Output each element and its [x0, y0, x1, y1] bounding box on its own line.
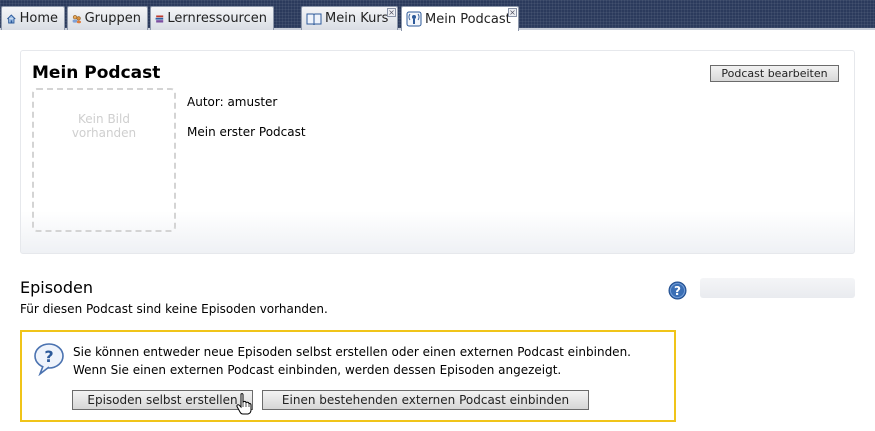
- tab-lernressourcen[interactable]: Lernressourcen: [150, 6, 274, 30]
- tab-label: Mein Podcast: [425, 11, 511, 27]
- tab-gruppen[interactable]: Gruppen: [67, 6, 148, 30]
- tab-mein-kurs[interactable]: Mein Kurs ×: [301, 6, 398, 30]
- hand-cursor-icon: [236, 393, 252, 415]
- episodes-title: Episoden: [20, 278, 93, 297]
- tab-label: Home: [19, 11, 58, 26]
- tab-bar: Home Gruppen Lernressourcen Mein Kurs ×: [0, 0, 875, 31]
- books-icon: [155, 14, 164, 23]
- podcast-header: Mein Podcast Podcast bearbeiten Kein Bil…: [20, 50, 855, 254]
- question-bubble-icon: ?: [34, 343, 64, 376]
- podcast-author: Autor: amuster: [187, 95, 278, 109]
- episodes-info-box: ? Sie können entweder neue Episoden selb…: [20, 330, 676, 422]
- close-tab-icon[interactable]: ×: [387, 8, 396, 17]
- tab-home[interactable]: Home: [1, 6, 65, 30]
- episodes-empty-text: Für diesen Podcast sind keine Episoden v…: [20, 302, 328, 316]
- tab-mein-podcast[interactable]: Mein Podcast ×: [401, 6, 519, 31]
- home-icon: [6, 13, 16, 23]
- svg-text:?: ?: [674, 284, 681, 298]
- svg-text:?: ?: [44, 347, 53, 366]
- no-image-placeholder: Kein Bild vorhanden: [32, 88, 176, 232]
- create-episodes-button[interactable]: Episoden selbst erstellen: [72, 390, 253, 410]
- course-book-icon: [306, 13, 322, 25]
- podcast-icon: [406, 11, 422, 27]
- close-tab-icon[interactable]: ×: [508, 8, 517, 17]
- info-text-line1: Sie können entweder neue Episoden selbst…: [73, 345, 631, 359]
- embed-external-podcast-button[interactable]: Einen bestehenden externen Podcast einbi…: [262, 390, 589, 410]
- no-image-text-line1: Kein Bild: [78, 112, 130, 126]
- tab-label: Lernressourcen: [167, 11, 267, 26]
- side-panel-header: [700, 278, 855, 298]
- edit-podcast-button[interactable]: Podcast bearbeiten: [710, 65, 839, 82]
- tab-label: Gruppen: [84, 11, 141, 26]
- tab-label: Mein Kurs: [325, 11, 389, 26]
- podcast-description: Mein erster Podcast: [187, 125, 306, 139]
- groups-icon: [72, 14, 81, 23]
- help-icon[interactable]: ?: [668, 281, 687, 300]
- info-text-line2: Wenn Sie einen externen Podcast einbinde…: [73, 363, 562, 377]
- no-image-text-line2: vorhanden: [71, 126, 137, 140]
- page-title: Mein Podcast: [32, 63, 161, 83]
